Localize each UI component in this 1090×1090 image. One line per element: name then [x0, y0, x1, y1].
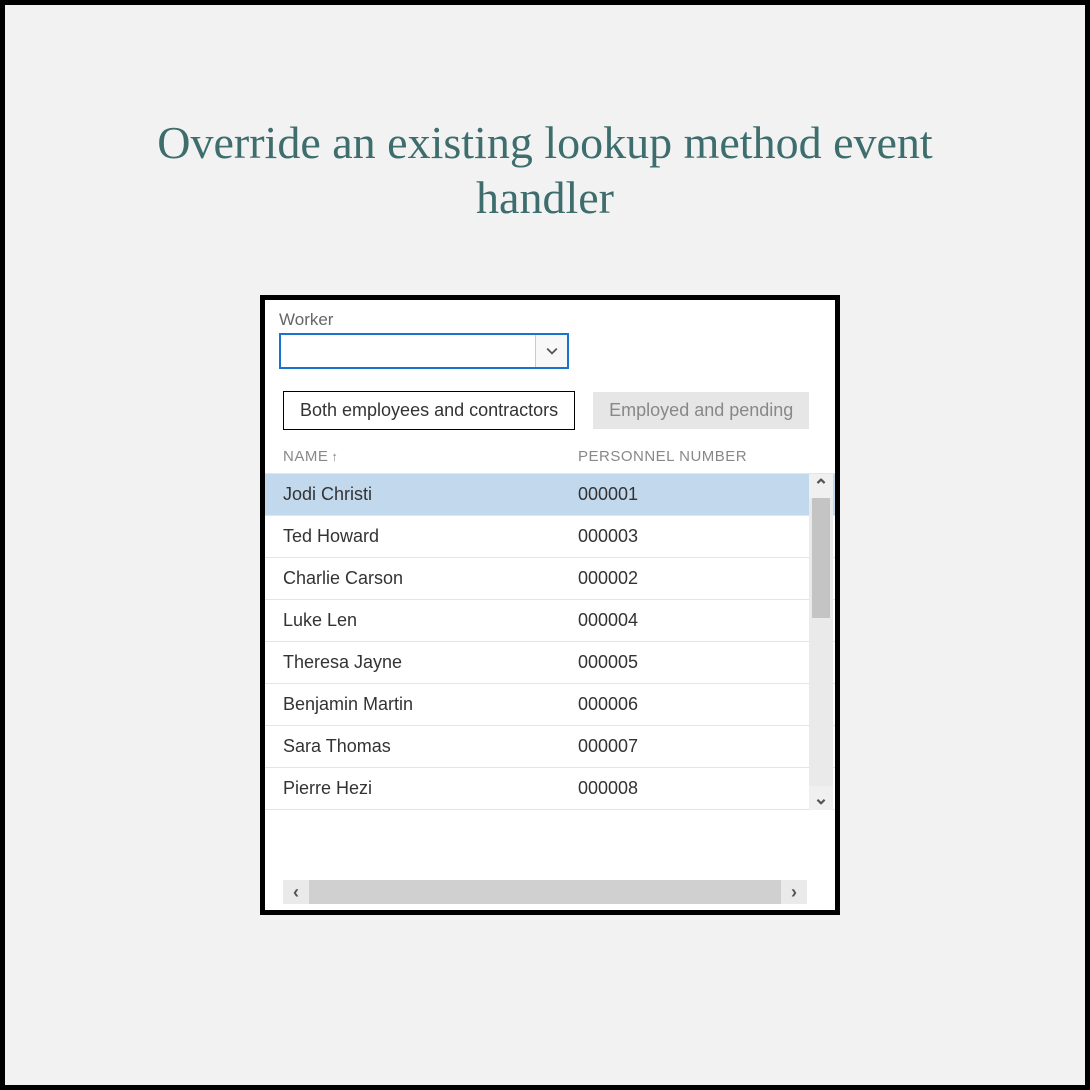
cell-personnel: 000002	[578, 568, 835, 589]
table-row[interactable]: Jodi Christi000001	[265, 474, 835, 516]
chevron-up-icon: ⌃	[813, 477, 828, 495]
worker-combo-chevron-button[interactable]	[535, 335, 567, 367]
worker-table: NAME ↑ PERSONNEL NUMBER Jodi Christi0000…	[265, 448, 835, 810]
column-header-name-label: NAME	[283, 448, 328, 465]
tab-employed-pending[interactable]: Employed and pending	[593, 392, 809, 429]
table-row[interactable]: Charlie Carson000002	[265, 558, 835, 600]
vertical-scrollbar[interactable]: ⌃ ⌄	[809, 474, 833, 810]
table-row[interactable]: Pierre Hezi000008	[265, 768, 835, 810]
cell-name: Theresa Jayne	[283, 652, 578, 673]
scroll-right-button[interactable]: ›	[781, 880, 807, 904]
chevron-down-icon: ⌄	[813, 789, 828, 807]
column-header-personnel[interactable]: PERSONNEL NUMBER	[578, 448, 835, 465]
vscroll-track[interactable]	[809, 498, 833, 786]
chevron-left-icon: ‹	[293, 883, 299, 901]
cell-personnel: 000006	[578, 694, 835, 715]
scroll-down-button[interactable]: ⌄	[809, 786, 833, 810]
table-row[interactable]: Luke Len000004	[265, 600, 835, 642]
chevron-right-icon: ›	[791, 883, 797, 901]
scroll-up-button[interactable]: ⌃	[809, 474, 833, 498]
worker-field-label: Worker	[279, 310, 835, 330]
chevron-down-icon	[546, 345, 558, 357]
cell-personnel: 000008	[578, 778, 835, 799]
vscroll-thumb[interactable]	[812, 498, 830, 618]
filter-tabs: Both employees and contractors Employed …	[283, 391, 835, 430]
cell-personnel: 000007	[578, 736, 835, 757]
cell-name: Charlie Carson	[283, 568, 578, 589]
cell-name: Benjamin Martin	[283, 694, 578, 715]
cell-name: Jodi Christi	[283, 484, 578, 505]
cell-personnel: 000004	[578, 610, 835, 631]
sort-asc-icon: ↑	[331, 449, 338, 464]
table-rows: Jodi Christi000001Ted Howard000003Charli…	[265, 473, 835, 810]
table-row[interactable]: Ted Howard000003	[265, 516, 835, 558]
cell-name: Pierre Hezi	[283, 778, 578, 799]
cell-personnel: 000005	[578, 652, 835, 673]
tab-both-employees-contractors[interactable]: Both employees and contractors	[283, 391, 575, 430]
cell-name: Sara Thomas	[283, 736, 578, 757]
lookup-panel: Worker Both employees and contractors Em…	[260, 295, 840, 915]
cell-name: Luke Len	[283, 610, 578, 631]
cell-personnel: 000001	[578, 484, 835, 505]
horizontal-scrollbar[interactable]: ‹ ›	[283, 880, 807, 904]
hscroll-track[interactable]	[309, 880, 781, 904]
scroll-left-button[interactable]: ‹	[283, 880, 309, 904]
cell-personnel: 000003	[578, 526, 835, 547]
column-headers: NAME ↑ PERSONNEL NUMBER	[265, 448, 835, 473]
page-title: Override an existing lookup method event…	[5, 115, 1085, 225]
table-row[interactable]: Sara Thomas000007	[265, 726, 835, 768]
table-row[interactable]: Benjamin Martin000006	[265, 684, 835, 726]
table-row[interactable]: Theresa Jayne000005	[265, 642, 835, 684]
row-marker	[260, 726, 265, 767]
worker-combo[interactable]	[279, 333, 569, 369]
column-header-name[interactable]: NAME ↑	[283, 448, 578, 465]
worker-input[interactable]	[281, 335, 535, 367]
cell-name: Ted Howard	[283, 526, 578, 547]
